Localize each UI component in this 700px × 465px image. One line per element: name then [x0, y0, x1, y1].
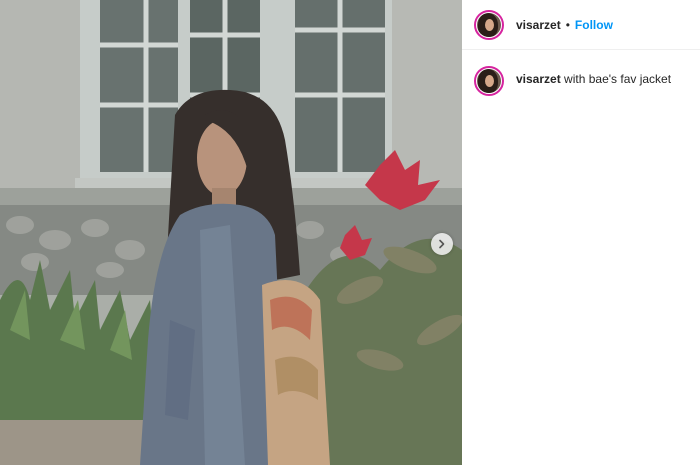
chevron-right-icon: [439, 239, 445, 249]
separator-dot: •: [565, 17, 570, 32]
caption-username[interactable]: visarzet: [516, 72, 561, 86]
post-header: visarzet • Follow: [462, 0, 700, 50]
follow-button[interactable]: Follow: [575, 18, 613, 32]
post-photo[interactable]: [0, 0, 462, 465]
post-image: [0, 0, 462, 465]
caption-text: with bae's fav jacket: [564, 72, 672, 86]
profile-avatar[interactable]: [474, 9, 504, 40]
post-caption: visarzet with bae's fav jacket: [462, 50, 700, 96]
post-side-panel: visarzet • Follow visarzet with bae's fa…: [462, 0, 700, 465]
next-photo-button[interactable]: [431, 233, 453, 255]
header-username[interactable]: visarzet: [516, 18, 561, 32]
caption-text-block: visarzet with bae's fav jacket: [516, 66, 671, 88]
caption-avatar[interactable]: [474, 66, 504, 96]
